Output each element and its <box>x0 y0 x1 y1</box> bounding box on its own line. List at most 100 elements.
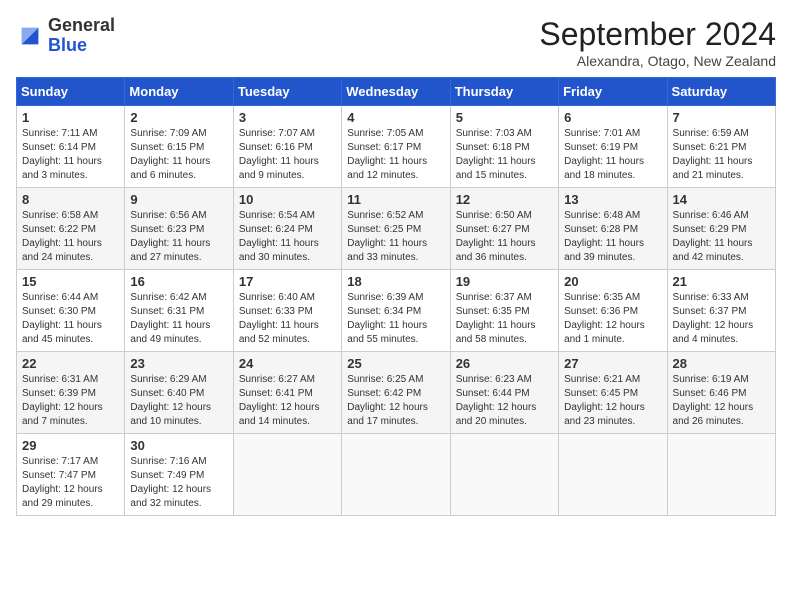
day-header-friday: Friday <box>559 78 667 106</box>
day-number: 11 <box>347 192 444 207</box>
calendar-cell <box>559 434 667 516</box>
day-info: Sunrise: 6:52 AMSunset: 6:25 PMDaylight:… <box>347 209 444 265</box>
title-block: September 2024 Alexandra, Otago, New Zea… <box>539 16 776 69</box>
day-number: 28 <box>673 356 770 371</box>
day-info: Sunrise: 7:16 AMSunset: 7:49 PMDaylight:… <box>130 455 227 511</box>
calendar-cell: 12 Sunrise: 6:50 AMSunset: 6:27 PMDayligh… <box>450 188 558 270</box>
day-number: 9 <box>130 192 227 207</box>
calendar-cell: 10 Sunrise: 6:54 AMSunset: 6:24 PMDayligh… <box>233 188 341 270</box>
day-header-sunday: Sunday <box>17 78 125 106</box>
calendar-cell: 8 Sunrise: 6:58 AMSunset: 6:22 PMDaylight… <box>17 188 125 270</box>
day-number: 10 <box>239 192 336 207</box>
day-number: 22 <box>22 356 119 371</box>
calendar-cell: 3 Sunrise: 7:07 AMSunset: 6:16 PMDaylight… <box>233 106 341 188</box>
day-number: 13 <box>564 192 661 207</box>
calendar-cell: 16 Sunrise: 6:42 AMSunset: 6:31 PMDayligh… <box>125 270 233 352</box>
location-subtitle: Alexandra, Otago, New Zealand <box>539 53 776 69</box>
day-info: Sunrise: 6:42 AMSunset: 6:31 PMDaylight:… <box>130 291 227 347</box>
calendar-cell: 4 Sunrise: 7:05 AMSunset: 6:17 PMDaylight… <box>342 106 450 188</box>
calendar-cell: 28 Sunrise: 6:19 AMSunset: 6:46 PMDayligh… <box>667 352 775 434</box>
day-info: Sunrise: 6:46 AMSunset: 6:29 PMDaylight:… <box>673 209 770 265</box>
day-info: Sunrise: 7:05 AMSunset: 6:17 PMDaylight:… <box>347 127 444 183</box>
calendar-cell: 6 Sunrise: 7:01 AMSunset: 6:19 PMDaylight… <box>559 106 667 188</box>
day-header-saturday: Saturday <box>667 78 775 106</box>
day-number: 15 <box>22 274 119 289</box>
day-number: 19 <box>456 274 553 289</box>
day-info: Sunrise: 6:37 AMSunset: 6:35 PMDaylight:… <box>456 291 553 347</box>
calendar-cell: 14 Sunrise: 6:46 AMSunset: 6:29 PMDayligh… <box>667 188 775 270</box>
day-number: 8 <box>22 192 119 207</box>
calendar-week-row: 15 Sunrise: 6:44 AMSunset: 6:30 PMDayligh… <box>17 270 776 352</box>
day-number: 12 <box>456 192 553 207</box>
calendar-cell: 11 Sunrise: 6:52 AMSunset: 6:25 PMDayligh… <box>342 188 450 270</box>
day-info: Sunrise: 6:25 AMSunset: 6:42 PMDaylight:… <box>347 373 444 429</box>
day-number: 30 <box>130 438 227 453</box>
calendar-cell <box>233 434 341 516</box>
day-header-thursday: Thursday <box>450 78 558 106</box>
calendar-cell: 24Sunrise: 6:27 AMSunset: 6:41 PMDayligh… <box>233 352 341 434</box>
calendar-cell <box>342 434 450 516</box>
day-info: Sunrise: 6:58 AMSunset: 6:22 PMDaylight:… <box>22 209 119 265</box>
day-info: Sunrise: 6:56 AMSunset: 6:23 PMDaylight:… <box>130 209 227 265</box>
day-number: 6 <box>564 110 661 125</box>
calendar-cell: 23 Sunrise: 6:29 AMSunset: 6:40 PMDayligh… <box>125 352 233 434</box>
page-header: General Blue September 2024 Alexandra, O… <box>16 16 776 69</box>
day-info: Sunrise: 6:44 AMSunset: 6:30 PMDaylight:… <box>22 291 119 347</box>
day-number: 3 <box>239 110 336 125</box>
day-info: Sunrise: 6:31 AMSunset: 6:39 PMDaylight:… <box>22 373 119 429</box>
calendar-cell: 18 Sunrise: 6:39 AMSunset: 6:34 PMDayligh… <box>342 270 450 352</box>
day-info: Sunrise: 6:48 AMSunset: 6:28 PMDaylight:… <box>564 209 661 265</box>
calendar-week-row: 29Sunrise: 7:17 AMSunset: 7:47 PMDayligh… <box>17 434 776 516</box>
day-info: Sunrise: 6:29 AMSunset: 6:40 PMDaylight:… <box>130 373 227 429</box>
month-title: September 2024 <box>539 16 776 53</box>
day-number: 20 <box>564 274 661 289</box>
day-number: 14 <box>673 192 770 207</box>
day-header-wednesday: Wednesday <box>342 78 450 106</box>
calendar-cell: 30 Sunrise: 7:16 AMSunset: 7:49 PMDayligh… <box>125 434 233 516</box>
day-info: Sunrise: 6:40 AMSunset: 6:33 PMDaylight:… <box>239 291 336 347</box>
day-info: Sunrise: 6:23 AMSunset: 6:44 PMDaylight:… <box>456 373 553 429</box>
day-header-tuesday: Tuesday <box>233 78 341 106</box>
calendar-cell: 13 Sunrise: 6:48 AMSunset: 6:28 PMDayligh… <box>559 188 667 270</box>
day-info: Sunrise: 6:59 AMSunset: 6:21 PMDaylight:… <box>673 127 770 183</box>
day-number: 27 <box>564 356 661 371</box>
day-info: Sunrise: 6:27 AMSunset: 6:41 PMDaylight:… <box>239 373 336 429</box>
calendar-cell <box>667 434 775 516</box>
calendar-cell: 2 Sunrise: 7:09 AMSunset: 6:15 PMDaylight… <box>125 106 233 188</box>
calendar-cell: 17 Sunrise: 6:40 AMSunset: 6:33 PMDayligh… <box>233 270 341 352</box>
calendar-cell: 22 Sunrise: 6:31 AMSunset: 6:39 PMDayligh… <box>17 352 125 434</box>
day-info: Sunrise: 7:01 AMSunset: 6:19 PMDaylight:… <box>564 127 661 183</box>
logo-icon <box>16 22 44 50</box>
day-info: Sunrise: 6:39 AMSunset: 6:34 PMDaylight:… <box>347 291 444 347</box>
day-header-monday: Monday <box>125 78 233 106</box>
day-number: 23 <box>130 356 227 371</box>
day-number: 2 <box>130 110 227 125</box>
day-number: 17 <box>239 274 336 289</box>
day-number: 25 <box>347 356 444 371</box>
calendar-cell: 7 Sunrise: 6:59 AMSunset: 6:21 PMDaylight… <box>667 106 775 188</box>
day-info: Sunrise: 7:07 AMSunset: 6:16 PMDaylight:… <box>239 127 336 183</box>
day-number: 5 <box>456 110 553 125</box>
calendar-week-row: 8 Sunrise: 6:58 AMSunset: 6:22 PMDaylight… <box>17 188 776 270</box>
day-number: 26 <box>456 356 553 371</box>
day-info: Sunrise: 6:35 AMSunset: 6:36 PMDaylight:… <box>564 291 661 347</box>
day-number: 7 <box>673 110 770 125</box>
day-info: Sunrise: 6:54 AMSunset: 6:24 PMDaylight:… <box>239 209 336 265</box>
day-number: 18 <box>347 274 444 289</box>
calendar-cell: 29Sunrise: 7:17 AMSunset: 7:47 PMDayligh… <box>17 434 125 516</box>
day-info: Sunrise: 6:50 AMSunset: 6:27 PMDaylight:… <box>456 209 553 265</box>
calendar-cell: 15 Sunrise: 6:44 AMSunset: 6:30 PMDayligh… <box>17 270 125 352</box>
day-number: 16 <box>130 274 227 289</box>
day-info: Sunrise: 6:19 AMSunset: 6:46 PMDaylight:… <box>673 373 770 429</box>
calendar-cell: 20 Sunrise: 6:35 AMSunset: 6:36 PMDayligh… <box>559 270 667 352</box>
logo: General Blue <box>16 16 115 56</box>
day-info: Sunrise: 7:11 AMSunset: 6:14 PMDaylight:… <box>22 127 119 183</box>
day-number: 4 <box>347 110 444 125</box>
day-number: 21 <box>673 274 770 289</box>
calendar-week-row: 1Sunrise: 7:11 AMSunset: 6:14 PMDaylight… <box>17 106 776 188</box>
calendar-cell: 1Sunrise: 7:11 AMSunset: 6:14 PMDaylight… <box>17 106 125 188</box>
day-info: Sunrise: 7:03 AMSunset: 6:18 PMDaylight:… <box>456 127 553 183</box>
day-info: Sunrise: 7:09 AMSunset: 6:15 PMDaylight:… <box>130 127 227 183</box>
calendar-cell <box>450 434 558 516</box>
calendar-week-row: 22 Sunrise: 6:31 AMSunset: 6:39 PMDayligh… <box>17 352 776 434</box>
